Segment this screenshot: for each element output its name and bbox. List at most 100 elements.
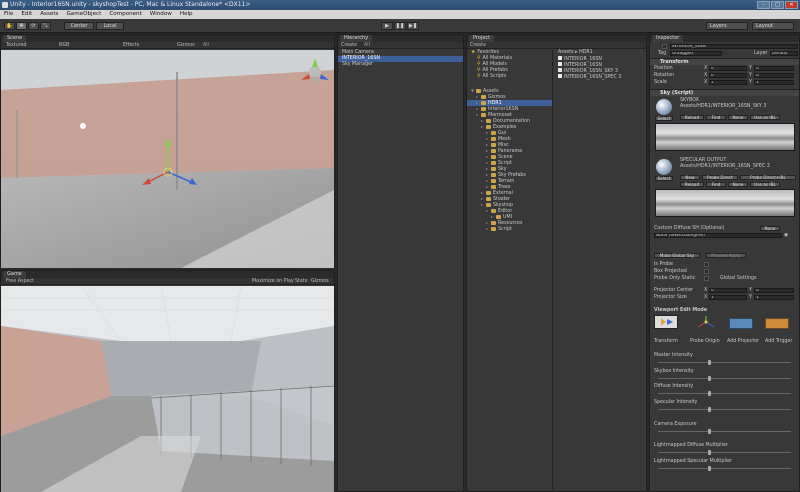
menu-assets[interactable]: Assets [40, 10, 58, 19]
project-create-dropdown[interactable]: Create [470, 42, 486, 49]
hierarchy-item-sky-manager[interactable]: Sky Manager [338, 62, 463, 68]
hierarchy-search-input[interactable]: All [364, 42, 370, 49]
probe-direct-ibl-button[interactable]: Probe Direct+IBL [740, 175, 796, 180]
slider-knob[interactable] [708, 376, 711, 381]
scene-search-input[interactable]: All [203, 42, 209, 49]
transform-scale-y[interactable]: 1 [754, 80, 794, 85]
slider-knob[interactable] [708, 360, 711, 365]
layers-dropdown[interactable]: Layers [706, 22, 748, 30]
skybox-reload-button[interactable]: Reload [680, 115, 704, 120]
close-button[interactable]: ✕ [785, 1, 798, 9]
tab-inspector[interactable]: Inspector [652, 35, 684, 42]
tab-project[interactable]: Project [469, 35, 495, 42]
menu-window[interactable]: Window [150, 10, 172, 19]
hand-tool-button[interactable]: ✋ [4, 22, 15, 30]
intensity-slider[interactable] [658, 360, 791, 365]
transform-rotation-y[interactable]: 0 [754, 73, 794, 78]
step-button[interactable]: ▶❚ [407, 22, 419, 30]
add-trigger-mode-button[interactable] [765, 318, 789, 329]
menu-file[interactable]: File [4, 10, 13, 19]
sky-script-header[interactable]: Sky (Script) [650, 89, 799, 96]
stats-toggle[interactable]: Stats [295, 278, 307, 285]
transform-header[interactable]: Transform [650, 58, 799, 65]
menu-gameobject[interactable]: GameObject [66, 10, 101, 19]
layer-dropdown[interactable]: Default [770, 51, 798, 56]
scene-viewport[interactable] [1, 50, 334, 268]
probe-direct-button[interactable]: Probe Direct [702, 175, 738, 180]
intensity-slider[interactable] [658, 376, 791, 381]
layout-dropdown[interactable]: Layout [752, 22, 794, 30]
maximize-on-play-toggle[interactable]: Maximize on Play [252, 278, 294, 285]
projector-center-x[interactable]: 0 [709, 288, 747, 293]
intensity-slider[interactable] [658, 450, 791, 455]
tab-hierarchy[interactable]: Hierarchy [340, 35, 373, 42]
minimize-button[interactable]: – [757, 1, 770, 9]
intensity-slider[interactable] [658, 407, 791, 412]
intensity-slider[interactable] [658, 391, 791, 396]
object-active-checkbox[interactable] [662, 44, 667, 49]
hierarchy-create-dropdown[interactable]: Create [341, 42, 357, 49]
tab-scene[interactable]: Scene [3, 35, 27, 42]
tag-dropdown[interactable]: Untagged [670, 51, 722, 56]
scale-tool-button[interactable]: ⤡ [40, 22, 51, 30]
menu-help[interactable]: Help [180, 10, 193, 19]
move-tool-button[interactable]: ✥ [16, 22, 27, 30]
game-viewport[interactable] [1, 286, 334, 492]
add-projector-mode-button[interactable] [729, 318, 753, 329]
scene-effects-dropdown[interactable]: Effects [123, 42, 139, 49]
specular-select-button[interactable]: Select [655, 176, 673, 181]
preview-apply-button[interactable]: Preview Apply [706, 253, 746, 258]
scene-shading-dropdown[interactable]: Textured [6, 42, 27, 49]
specular-none-button[interactable]: None [728, 182, 748, 187]
skybox-select-button[interactable]: Select [655, 116, 673, 121]
slider-knob[interactable] [708, 450, 711, 455]
pause-button[interactable]: ❚❚ [394, 22, 406, 30]
specular-reload-button[interactable]: Reload [680, 182, 704, 187]
probe-origin-mode-button[interactable] [694, 315, 718, 329]
transform-rotation-x[interactable]: 0 [709, 73, 747, 78]
object-name-field[interactable]: INTERIOR_16SN [670, 44, 798, 49]
game-gizmos-dropdown[interactable]: Gizmos [311, 278, 329, 285]
project-file-item[interactable]: INTERIOR_16SN_SPEC 3 [555, 74, 647, 80]
make-global-sky-button[interactable]: Make Global Sky [654, 253, 700, 258]
skybox-none-button[interactable]: None [728, 115, 748, 120]
specular-use-as-ibl-button[interactable]: Use as IBL [750, 182, 780, 187]
transform-scale-x[interactable]: 1 [709, 80, 747, 85]
intensity-slider[interactable] [658, 429, 791, 434]
slider-knob[interactable] [708, 429, 711, 434]
global-settings-button[interactable]: Global Settings [720, 276, 757, 281]
projector-size-y[interactable]: 1 [754, 295, 794, 300]
breadcrumb-assets[interactable]: Assets [558, 50, 574, 55]
slider-knob[interactable] [708, 407, 711, 412]
slider-knob[interactable] [708, 466, 711, 471]
skybox-use-as-ibl-button[interactable]: Use as IBL [750, 115, 780, 120]
scene-render-dropdown[interactable]: RGB [59, 42, 69, 49]
custom-diffuse-none-button[interactable]: None [760, 226, 780, 231]
menu-component[interactable]: Component [109, 10, 141, 19]
specular-find-button[interactable]: Find [706, 182, 726, 187]
rotate-tool-button[interactable]: ⟳ [28, 22, 39, 30]
folder-item[interactable]: ▸ Script [467, 226, 552, 232]
skybox-find-button[interactable]: Find [706, 115, 726, 120]
object-picker-icon[interactable]: ◉ [784, 233, 788, 238]
transform-mode-button[interactable] [654, 315, 678, 329]
scene-gizmos-dropdown[interactable]: Gizmos [177, 42, 195, 49]
maximize-button[interactable]: □ [771, 1, 784, 9]
is-probe-checkbox[interactable] [704, 262, 709, 267]
transform-position-y[interactable]: 0 [754, 66, 794, 71]
projector-center-y[interactable]: 0 [754, 288, 794, 293]
breadcrumb-hdr1[interactable]: HDR1 [579, 50, 593, 55]
specular-new-button[interactable]: New [680, 175, 700, 180]
play-button[interactable]: ▶ [381, 22, 393, 30]
directional-light-gizmo[interactable] [80, 123, 86, 129]
transform-position-x[interactable]: 0 [709, 66, 747, 71]
pivot-space-button[interactable]: Local [96, 22, 124, 30]
slider-knob[interactable] [708, 391, 711, 396]
box-projected-checkbox[interactable] [704, 269, 709, 274]
tab-game[interactable]: Game [3, 271, 26, 278]
intensity-slider[interactable] [658, 466, 791, 471]
favorite-item[interactable]: ⚲ All Scripts [467, 74, 552, 80]
menu-edit[interactable]: Edit [21, 10, 32, 19]
custom-diffuse-field[interactable]: None (SHEncodingFile) [654, 233, 782, 238]
probe-only-static-checkbox[interactable] [704, 276, 709, 281]
